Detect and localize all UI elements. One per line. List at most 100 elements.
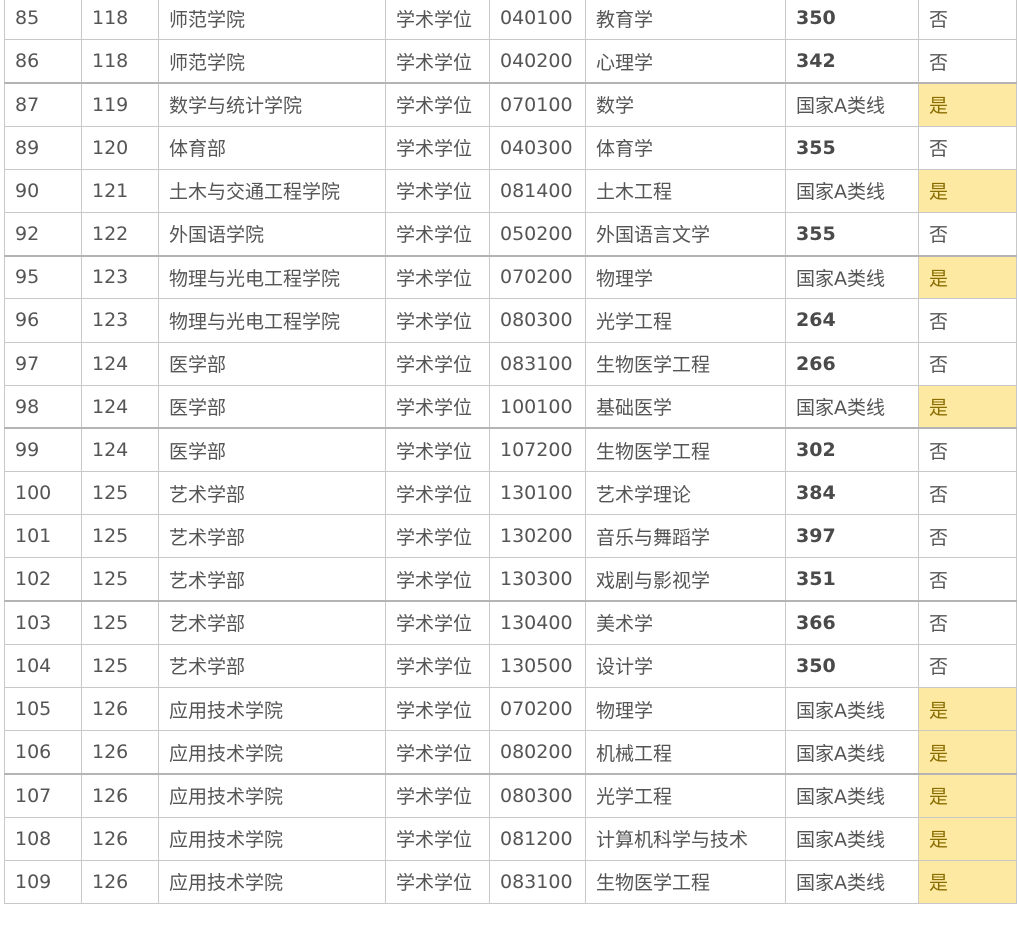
cell-major-code: 107200 [489,427,586,473]
table-body: 85 118 师范学院 学术学位 040100 教育学 350 否 86 118 师范学院 学术学位 0… [4,0,1017,904]
cell-degree-type: 学术学位 [385,39,490,84]
cell-college-code: 123 [81,254,159,300]
cell-college-code: 126 [81,816,159,861]
cell-score: 397 [785,514,919,559]
cell-degree-type: 学术学位 [385,341,490,386]
cell-flag: 否 [918,125,1017,170]
cell-flag: 否 [918,643,1017,689]
cell-college-code: 126 [81,686,159,732]
cell-seq: 87 [4,81,82,127]
cell-flag: 否 [918,600,1017,645]
cell-college: 应用技术学院 [158,730,386,775]
cell-major-code: 070200 [489,254,586,300]
table-row: 99 124 医学部 学术学位 107200 生物医学工程 302 否 [4,427,1017,473]
cell-college: 物理与光电工程学院 [158,298,386,343]
cell-degree-type: 学术学位 [385,0,490,41]
cell-major: 物理学 [585,686,786,732]
cell-degree-type: 学术学位 [385,81,490,127]
cell-degree-type: 学术学位 [385,298,490,343]
cell-seq: 104 [4,643,82,689]
cell-seq: 89 [4,125,82,170]
cell-major: 光学工程 [585,298,786,343]
cell-flag: 是 [918,859,1017,904]
cell-score: 355 [785,211,919,257]
cell-seq: 107 [4,772,82,818]
table-row: 98 124 医学部 学术学位 100100 基础医学 国家A类线是 [4,384,1017,429]
cell-seq: 97 [4,341,82,386]
cell-degree-type: 学术学位 [385,686,490,732]
cell-college: 艺术学部 [158,600,386,645]
cell-major: 戏剧与影视学 [585,557,786,602]
cell-major-code: 040100 [489,0,586,41]
cell-seq: 106 [4,730,82,775]
cell-flag: 是 [918,772,1017,818]
cell-degree-type: 学术学位 [385,643,490,689]
cell-flag: 否 [918,471,1017,516]
cell-seq: 101 [4,514,82,559]
cell-flag: 否 [918,341,1017,386]
cell-college-code: 124 [81,427,159,473]
cell-score: 350 [785,643,919,689]
table-row: 109 126 应用技术学院 学术学位 083100 生物医学工程 国家A类线是 [4,859,1017,904]
cell-college-code: 126 [81,859,159,904]
table-row: 89 120 体育部 学术学位 040300 体育学 355 否 [4,125,1017,170]
cell-score: 302 [785,427,919,473]
cell-college: 艺术学部 [158,557,386,602]
cell-major: 艺术学理论 [585,471,786,516]
cell-major-code: 080300 [489,772,586,818]
cell-college-code: 125 [81,643,159,689]
cell-college: 艺术学部 [158,471,386,516]
cell-major-code: 081200 [489,816,586,861]
cell-flag: 是 [918,168,1017,213]
cell-score: 国家A类线 [785,168,919,213]
cell-college: 应用技术学院 [158,816,386,861]
cell-college-code: 125 [81,514,159,559]
cell-score: 国家A类线 [785,81,919,127]
cell-seq: 105 [4,686,82,732]
cell-degree-type: 学术学位 [385,730,490,775]
cell-degree-type: 学术学位 [385,471,490,516]
cell-degree-type: 学术学位 [385,557,490,602]
cell-degree-type: 学术学位 [385,254,490,300]
cell-score: 国家A类线 [785,772,919,818]
cell-major: 生物医学工程 [585,859,786,904]
cell-degree-type: 学术学位 [385,816,490,861]
table-row: 92 122 外国语学院 学术学位 050200 外国语言文学 355 否 [4,211,1017,257]
table-row: 97 124 医学部 学术学位 083100 生物医学工程 266 否 [4,341,1017,386]
cell-flag: 否 [918,39,1017,84]
cell-seq: 96 [4,298,82,343]
cell-major-code: 130500 [489,643,586,689]
table-row: 106 126 应用技术学院 学术学位 080200 机械工程 国家A类线是 [4,730,1017,775]
cell-seq: 95 [4,254,82,300]
cell-major: 心理学 [585,39,786,84]
cell-seq: 102 [4,557,82,602]
cell-score: 国家A类线 [785,384,919,429]
cell-seq: 103 [4,600,82,645]
cell-seq: 100 [4,471,82,516]
cell-major-code: 050200 [489,211,586,257]
cell-major: 音乐与舞蹈学 [585,514,786,559]
cell-flag: 否 [918,557,1017,602]
cell-major-code: 040200 [489,39,586,84]
cell-college-code: 121 [81,168,159,213]
table-row: 107 126 应用技术学院 学术学位 080300 光学工程 国家A类线是 [4,772,1017,818]
table-row: 90 121 土木与交通工程学院 学术学位 081400 土木工程 国家A类线是 [4,168,1017,213]
cell-flag: 是 [918,816,1017,861]
cell-major: 物理学 [585,254,786,300]
cell-college-code: 118 [81,39,159,84]
cell-score: 366 [785,600,919,645]
cell-major: 设计学 [585,643,786,689]
table-row: 108 126 应用技术学院 学术学位 081200 计算机科学与技术 国家A类线是 [4,816,1017,861]
cell-major-code: 130100 [489,471,586,516]
cell-major: 外国语言文学 [585,211,786,257]
table-row: 102 125 艺术学部 学术学位 130300 戏剧与影视学 351 否 [4,557,1017,602]
table-row: 87 119 数学与统计学院 学术学位 070100 数学 国家A类线是 [4,81,1017,127]
cell-major-code: 130300 [489,557,586,602]
cell-college: 体育部 [158,125,386,170]
cell-score: 350 [785,0,919,41]
cell-major-code: 100100 [489,384,586,429]
cell-major: 数学 [585,81,786,127]
cell-flag: 是 [918,730,1017,775]
cell-college-code: 123 [81,298,159,343]
cell-flag: 是 [918,686,1017,732]
